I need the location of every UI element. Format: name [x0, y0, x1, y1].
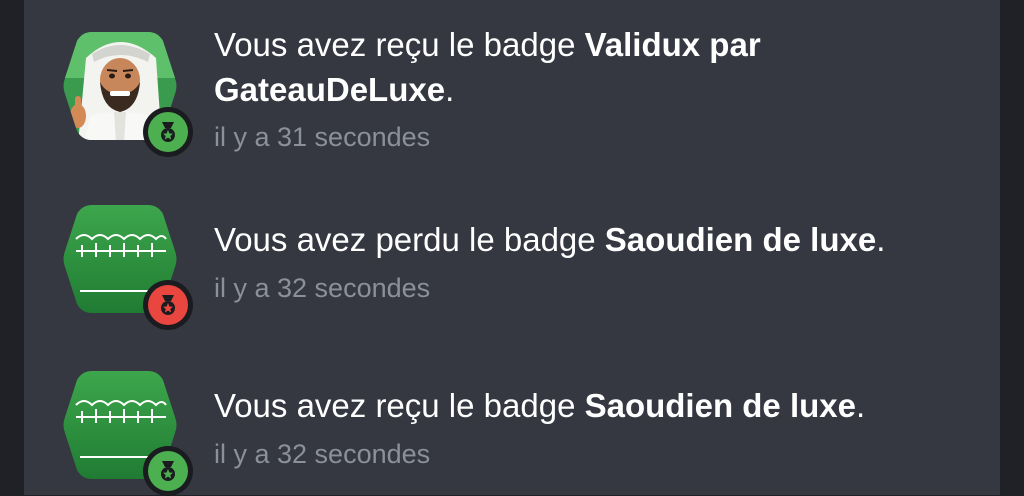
medal-received-icon	[148, 112, 188, 152]
status-indicator	[143, 446, 193, 496]
notification-message: Vous avez perdu le badge Saoudien de lux…	[214, 217, 984, 262]
notification-time: il y a 32 secondes	[214, 439, 431, 469]
badge-name[interactable]: Saoudien de luxe	[585, 387, 856, 424]
status-indicator	[143, 107, 193, 157]
message-suffix: .	[856, 387, 866, 424]
medal-received-icon	[148, 451, 188, 491]
message-prefix: Vous avez perdu le badge	[214, 221, 605, 258]
message-suffix: .	[445, 71, 455, 108]
notification-panel: Vous avez reçu le badge Validux par Gate…	[24, 0, 1000, 496]
notification-message: Vous avez reçu le badge Saoudien de luxe…	[214, 383, 984, 428]
message-suffix: .	[876, 221, 886, 258]
message-prefix: Vous avez reçu le badge	[214, 26, 585, 63]
notification-message: Vous avez reçu le badge Validux par Gate…	[214, 22, 984, 112]
badge-icon-saoudien[interactable]	[62, 201, 193, 330]
medal-lost-icon	[148, 285, 188, 325]
badge-icon-saoudien[interactable]	[62, 367, 193, 496]
badge-icon-validux[interactable]	[62, 28, 193, 157]
message-prefix: Vous avez reçu le badge	[214, 387, 585, 424]
status-indicator	[143, 280, 193, 330]
badge-name[interactable]: Saoudien de luxe	[605, 221, 876, 258]
notification-time: il y a 32 secondes	[214, 273, 431, 303]
notification-time: il y a 31 secondes	[214, 122, 431, 152]
